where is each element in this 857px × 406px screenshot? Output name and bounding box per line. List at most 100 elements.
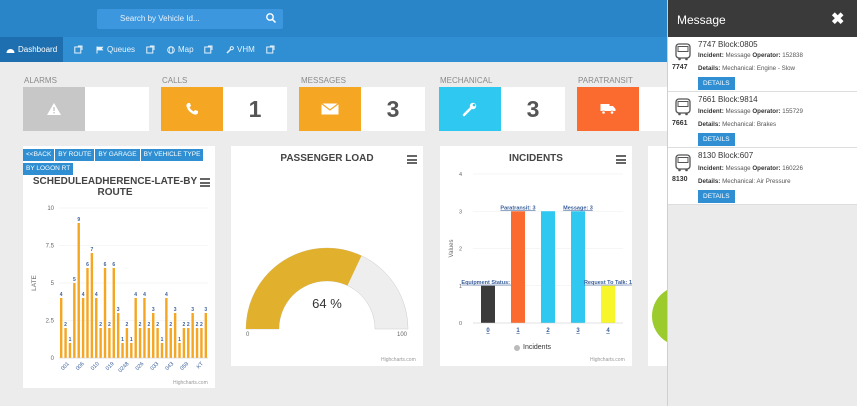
incidents-chart-svg: 0 1 2 3 4 Values Equipment Status: 1 0 Paratrans… <box>449 172 632 334</box>
tab-queues-label: Queues <box>107 45 136 54</box>
incident-value: Message <box>725 165 751 172</box>
bar <box>204 313 208 358</box>
gauge-value: 64 % <box>312 296 342 311</box>
y-tick-label: 5 <box>51 281 55 287</box>
details-button[interactable]: DETAILS <box>698 190 735 203</box>
data-label: 9 <box>77 217 80 223</box>
details-button[interactable]: DETAILS <box>698 133 735 146</box>
bar <box>191 313 194 358</box>
phone-icon <box>186 103 198 115</box>
open-external-icon[interactable] <box>266 45 275 54</box>
bar <box>81 298 85 358</box>
bar <box>200 328 203 358</box>
bar <box>103 268 107 358</box>
paratransit-tile[interactable] <box>577 87 667 131</box>
data-label: 2 <box>156 322 159 328</box>
data-label: 1 <box>69 337 72 343</box>
y-tick-label: 3 <box>459 209 462 215</box>
tab-queues[interactable]: Queues <box>96 37 135 62</box>
mechanical-count: 3 <box>501 87 565 131</box>
bar <box>511 211 525 323</box>
message-item[interactable]: 7747 7747 Block:0805 Incident: Message O… <box>668 37 857 92</box>
open-external-icon[interactable] <box>146 45 155 54</box>
message-header: 8130 Block:607 <box>698 151 754 160</box>
x-tick-label: 3 <box>576 328 580 334</box>
bus-icon <box>675 43 691 61</box>
data-label: Paratransit: 3 <box>500 205 535 211</box>
x-tick-label: 4 <box>606 328 610 334</box>
chart-credit: Highcharts.com <box>590 357 625 363</box>
bar <box>121 343 124 358</box>
data-label: 4 <box>143 292 146 298</box>
data-label: 2 <box>187 322 190 328</box>
gauge-max: 100 <box>397 332 408 338</box>
chart-credit: Highcharts.com <box>381 357 416 363</box>
bar <box>99 328 102 358</box>
open-external-icon[interactable] <box>74 45 83 54</box>
truck-icon <box>600 104 616 115</box>
x-tick-label: 0 <box>486 328 490 334</box>
chart-credit: Highcharts.com <box>173 380 208 386</box>
tab-dashboard-label: Dashboard <box>18 45 58 54</box>
bar <box>601 285 615 323</box>
x-tick-label: 033 <box>150 361 161 372</box>
bar <box>182 328 186 358</box>
data-label: 2 <box>64 322 67 328</box>
messages-tile-icon-box <box>299 87 361 131</box>
data-label: 4 <box>82 292 85 298</box>
schedule-adherence-panel: <<BACK BY ROUTE BY GARAGE BY VEHICLE TYPEBY… <box>23 146 215 388</box>
bar <box>73 283 76 358</box>
partial-panel <box>648 146 667 366</box>
data-label: 2 <box>139 322 142 328</box>
data-label: 7 <box>90 247 93 253</box>
y-axis-label: Values <box>449 240 455 258</box>
tab-vhm[interactable]: VHM <box>226 37 255 62</box>
bar <box>116 313 120 358</box>
bar <box>147 328 151 358</box>
legend-dot-icon <box>514 344 520 351</box>
x-tick-label: 019 <box>105 361 116 372</box>
y-tick-label: 10 <box>47 206 54 212</box>
details-button[interactable]: DETAILS <box>698 77 735 90</box>
data-label: Request To Talk: 1 <box>584 280 632 286</box>
data-label: 2 <box>108 322 111 328</box>
open-external-icon[interactable] <box>204 45 213 54</box>
bar <box>178 343 181 358</box>
gauge-fill <box>246 247 362 329</box>
data-label: 5 <box>73 277 76 283</box>
incidents-legend[interactable]: Incidents <box>514 344 551 351</box>
bus-number: 8130 <box>672 176 688 183</box>
data-label: 3 <box>152 307 155 313</box>
details-value: Mechanical: Air Pressure <box>722 178 791 185</box>
tab-map[interactable]: Map <box>167 37 194 62</box>
legend-label: Incidents <box>523 344 552 351</box>
search-input[interactable]: Search by Vehicle Id... <box>120 14 200 23</box>
calls-tile-icon-box <box>161 87 223 131</box>
bar <box>125 328 129 358</box>
x-tick-label: 026 <box>135 361 146 372</box>
x-tick-label: 006 <box>75 361 86 372</box>
x-tick-label: 2 <box>546 328 550 334</box>
message-item[interactable]: 8130 8130 Block:607 Incident: Message Op… <box>668 148 857 205</box>
bar <box>108 328 111 358</box>
message-panel: Message ✖ 7747 7747 Block:0805 Incident:… <box>667 0 857 406</box>
tile-label-messages: MESSAGES <box>301 76 346 85</box>
bar <box>138 328 142 358</box>
details-value: Mechanical: Engine - Slow <box>722 65 796 72</box>
close-icon[interactable]: ✖ <box>831 9 844 29</box>
message-panel-title: Message <box>677 13 726 27</box>
bar <box>156 328 159 358</box>
data-label: 4 <box>95 292 98 298</box>
bar <box>541 211 555 323</box>
vehicle-search[interactable]: Search by Vehicle Id... <box>97 9 283 29</box>
dashboard-icon <box>6 48 15 53</box>
bar <box>64 328 67 358</box>
data-label: 3 <box>174 307 177 313</box>
operator-value: 152838 <box>782 52 803 59</box>
search-icon[interactable] <box>265 12 277 24</box>
bar <box>481 285 495 323</box>
message-panel-header: Message ✖ <box>668 0 857 37</box>
tab-dashboard[interactable]: Dashboard <box>0 37 64 62</box>
message-item[interactable]: 7661 7661 Block:9814 Incident: Message O… <box>668 92 857 148</box>
data-label: 2 <box>196 322 199 328</box>
